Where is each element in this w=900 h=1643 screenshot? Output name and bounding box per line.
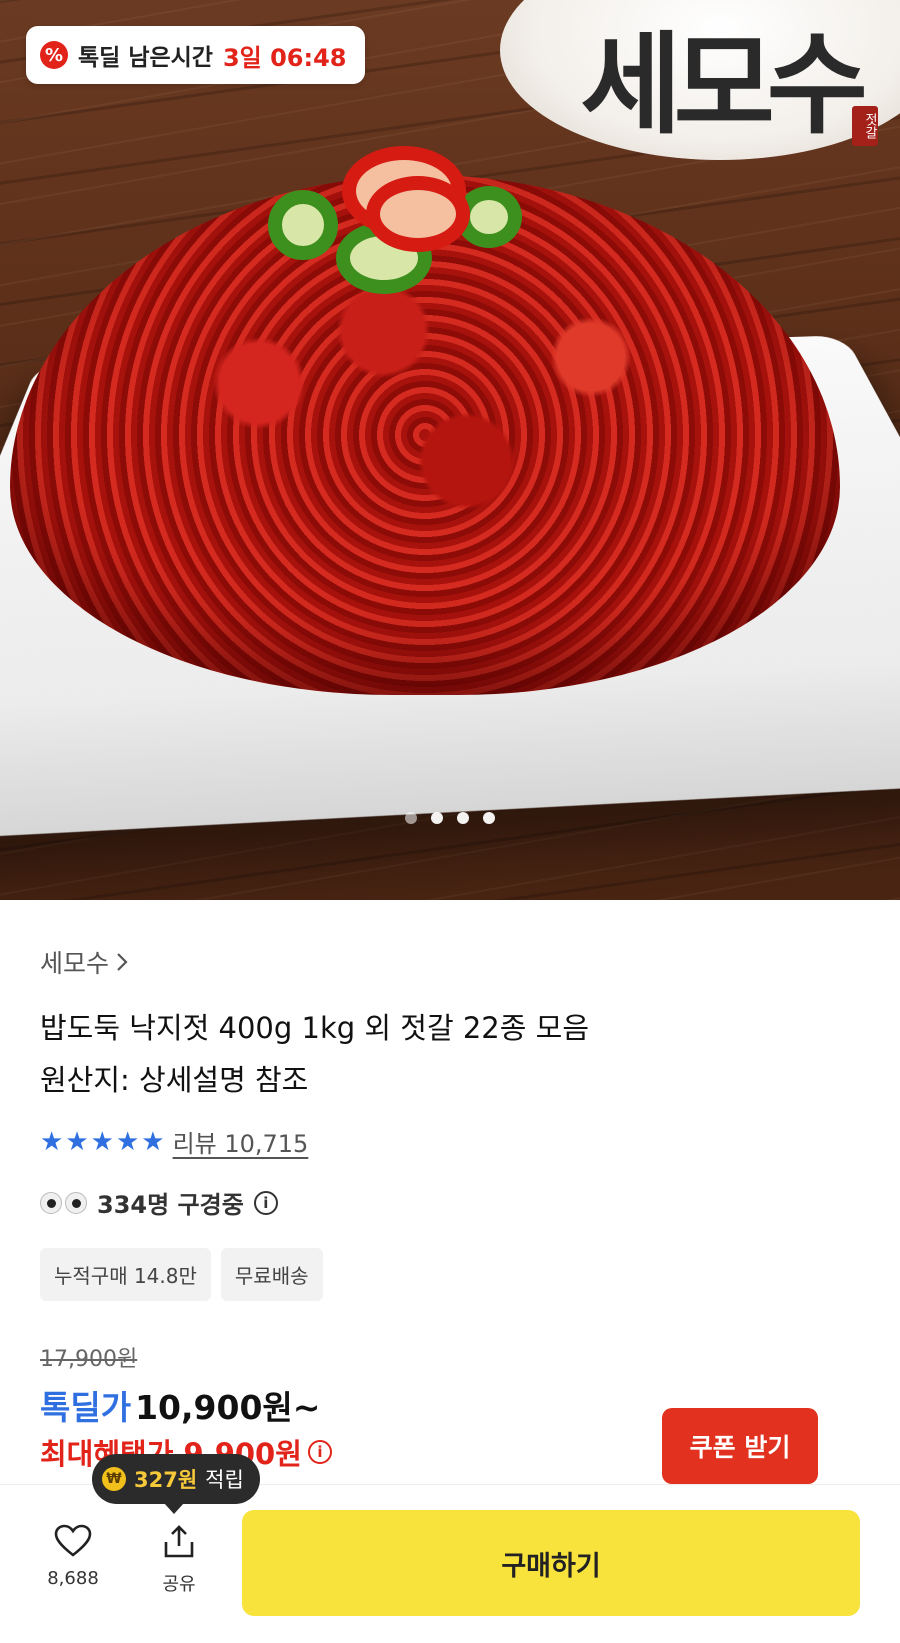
- like-count: 8,688: [47, 1568, 99, 1589]
- star-icon: ★: [40, 1126, 64, 1157]
- star-icon: ★: [141, 1126, 165, 1157]
- eyes-icon: [40, 1191, 87, 1214]
- product-tags: 누적구매 14.8만 무료배송: [40, 1248, 860, 1301]
- origin-line: 원산지: 상세설명 참조: [40, 1063, 309, 1097]
- heart-icon: [54, 1524, 92, 1557]
- rating-row[interactable]: ★ ★ ★ ★ ★ 리뷰 10,715: [40, 1124, 860, 1159]
- carousel-dot[interactable]: [431, 812, 443, 824]
- points-amount: 327원: [134, 1468, 198, 1492]
- timer-label: 톡딜 남은시간: [78, 45, 213, 71]
- carousel-dot[interactable]: [457, 812, 469, 824]
- deal-label: 톡딜가: [40, 1388, 132, 1427]
- info-icon[interactable]: i: [253, 1190, 278, 1215]
- review-count-link[interactable]: 리뷰 10,715: [173, 1124, 309, 1159]
- title-line: 밥도둑 낙지젓 400g 1kg 외 젓갈 22종 모음: [40, 1011, 590, 1045]
- points-suffix: 적립: [205, 1468, 244, 1492]
- carousel-dot[interactable]: [405, 812, 417, 824]
- star-rating: ★ ★ ★ ★ ★: [40, 1127, 165, 1157]
- coin-icon: ₩: [102, 1467, 126, 1491]
- product-image[interactable]: 세모수 젓갈 % 톡딜 남은시간 3일 06:48: [0, 0, 900, 900]
- info-icon[interactable]: i: [307, 1440, 332, 1464]
- percent-icon: %: [40, 41, 68, 69]
- product-info: 세모수 밥도둑 낙지젓 400g 1kg 외 젓갈 22종 모음 원산지: 상세…: [0, 944, 900, 1484]
- brand-link[interactable]: 세모수: [40, 944, 860, 980]
- timer-value: 3일 06:48: [222, 43, 347, 72]
- points-tooltip: ₩ 327원 적립: [92, 1454, 260, 1514]
- deal-price: 10,900원~: [135, 1388, 321, 1427]
- share-button[interactable]: 공유: [146, 1524, 212, 1596]
- green-pepper: [268, 190, 338, 260]
- brand-logo-stamp: 젓갈: [852, 106, 878, 146]
- tag-free-shipping: 무료배송: [220, 1248, 323, 1301]
- original-price: 17,900원: [40, 1347, 138, 1372]
- deal-timer: % 톡딜 남은시간 3일 06:48: [26, 26, 365, 84]
- viewer-text: 334명 구경중: [97, 1191, 244, 1219]
- product-title: 밥도둑 낙지젓 400g 1kg 외 젓갈 22종 모음 원산지: 상세설명 참…: [40, 1002, 860, 1106]
- tag-purchases: 누적구매 14.8만: [40, 1248, 211, 1301]
- brand-logo: 세모수: [580, 20, 868, 149]
- coupon-button[interactable]: 쿠폰 받기: [662, 1408, 818, 1484]
- star-icon: ★: [90, 1126, 114, 1157]
- star-icon: ★: [65, 1126, 89, 1157]
- red-pepper: [366, 176, 470, 252]
- carousel-dot[interactable]: [483, 812, 495, 824]
- carousel-indicator[interactable]: [0, 812, 900, 824]
- star-icon: ★: [115, 1126, 140, 1157]
- share-icon: [164, 1525, 194, 1558]
- price-section: 17,900원 톡딜가 10,900원~ 최대혜택가 9,900원 i 쿠폰 받…: [40, 1341, 860, 1484]
- share-label: 공유: [162, 1574, 196, 1595]
- buy-button[interactable]: 구매하기: [242, 1510, 860, 1616]
- viewer-count: 334명 구경중 i: [40, 1185, 860, 1220]
- chevron-right-icon: [117, 953, 128, 971]
- like-button[interactable]: 8,688: [40, 1524, 106, 1589]
- brand-name: 세모수: [40, 949, 110, 978]
